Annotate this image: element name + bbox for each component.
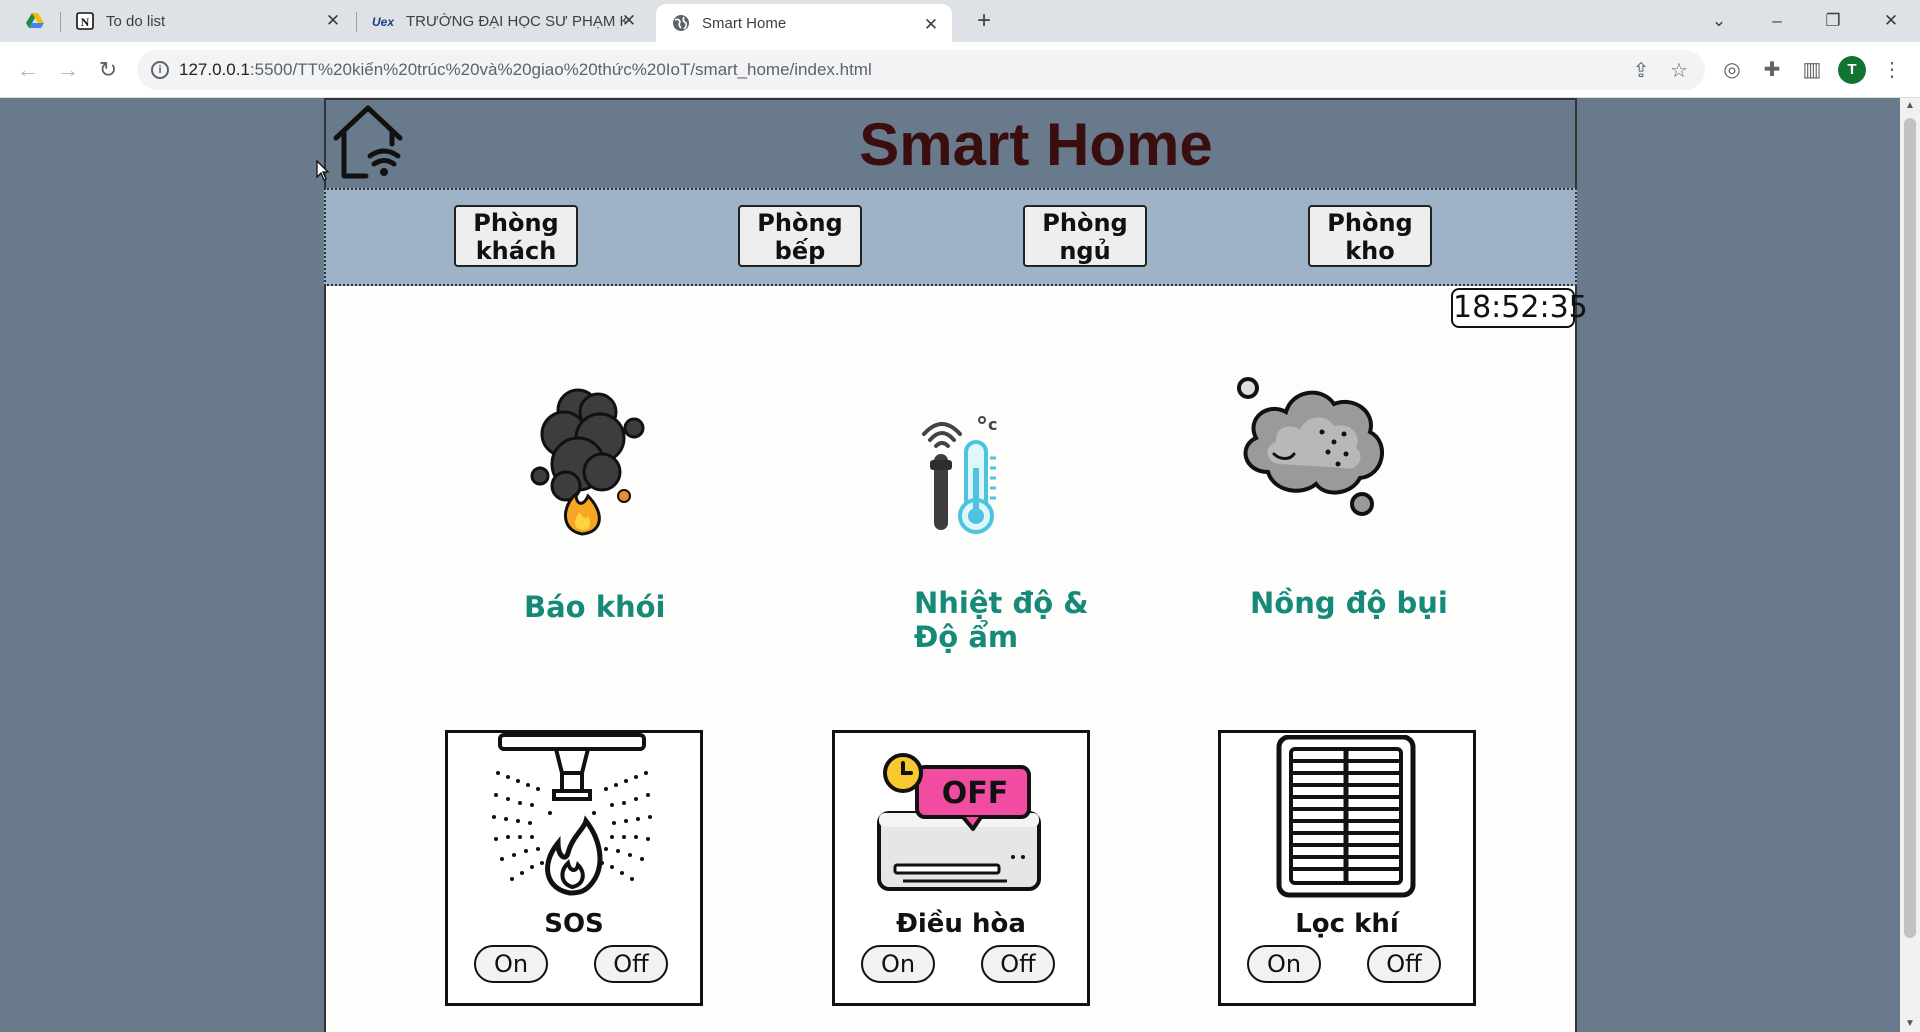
- room-label-line: Phòng: [757, 209, 843, 237]
- tab-to-do-list[interactable]: N To do list ✕: [62, 0, 354, 42]
- purifier-on-button[interactable]: On: [1247, 945, 1321, 983]
- room-label-line: Phòng: [1042, 209, 1128, 237]
- sensor-label-line: Độ ẩm: [914, 620, 1019, 654]
- back-arrow-icon[interactable]: ←: [14, 56, 42, 84]
- site-header: Smart Home: [326, 98, 1575, 188]
- profile-avatar[interactable]: T: [1838, 56, 1866, 84]
- dust-cloud-icon[interactable]: [1234, 368, 1394, 518]
- notion-icon: N: [76, 12, 94, 30]
- device-label-air-conditioner: Điều hòa: [896, 909, 1026, 939]
- room-label-line: kho: [1345, 237, 1395, 265]
- off-badge-text: OFF: [942, 776, 1009, 811]
- extension-compass-icon[interactable]: ◎: [1720, 58, 1744, 82]
- url-host: 127.0.0.1: [179, 60, 250, 79]
- sensor-label-temperature-humidity: Nhiệt độ & Độ ẩm: [914, 586, 1089, 654]
- air-purifier-icon: [1276, 735, 1416, 898]
- ute-icon: Uex: [372, 15, 394, 29]
- bookmark-star-icon[interactable]: ☆: [1668, 60, 1690, 82]
- device-card-sos: SOS On Off: [445, 730, 703, 1006]
- tab-separator: [60, 12, 61, 32]
- thermometer-icon[interactable]: c: [920, 408, 1006, 534]
- globe-icon: [673, 15, 689, 31]
- url-text[interactable]: 127.0.0.1:5500/TT%20kiến%20trúc%20và%20g…: [179, 60, 872, 80]
- mouse-cursor-icon: [316, 160, 330, 181]
- tab-title: To do list: [106, 12, 166, 30]
- sos-off-button[interactable]: Off: [594, 945, 668, 983]
- close-icon[interactable]: ✕: [620, 12, 638, 30]
- device-label-air-purifier: Lọc khí: [1295, 909, 1399, 939]
- page-scrollbar[interactable]: ▲ ▼: [1900, 98, 1920, 1032]
- share-icon[interactable]: ⇪: [1630, 60, 1652, 82]
- close-icon[interactable]: ✕: [922, 16, 940, 34]
- new-tab-plus-icon[interactable]: +: [970, 8, 998, 36]
- room-button-living[interactable]: Phòng khách: [454, 205, 578, 267]
- page-title: Smart Home: [859, 111, 1213, 178]
- purifier-off-button[interactable]: Off: [1367, 945, 1441, 983]
- close-icon[interactable]: ✕: [324, 12, 342, 30]
- ac-off-button[interactable]: Off: [981, 945, 1055, 983]
- reload-icon[interactable]: ↻: [94, 56, 122, 84]
- window-close-icon[interactable]: ✕: [1876, 8, 1906, 34]
- clock-display: 18:52:35: [1451, 288, 1588, 328]
- sensor-label-dust: Nồng độ bụi: [1250, 586, 1448, 620]
- sensor-label-smoke: Báo khói: [524, 590, 666, 624]
- tab-title: Smart Home: [702, 14, 787, 32]
- smart-home-wifi-icon[interactable]: [330, 104, 406, 182]
- room-button-kitchen[interactable]: Phòng bếp: [738, 205, 862, 267]
- scroll-up-arrow-icon[interactable]: ▲: [1900, 98, 1920, 114]
- forward-arrow-icon[interactable]: →: [54, 56, 82, 84]
- room-label-line: Phòng: [1327, 209, 1413, 237]
- scroll-thumb[interactable]: [1904, 118, 1916, 938]
- minimize-icon[interactable]: –: [1762, 8, 1792, 34]
- restore-icon[interactable]: ❐: [1818, 8, 1848, 34]
- device-label-sos: SOS: [544, 909, 604, 939]
- smoke-fire-icon[interactable]: [526, 382, 646, 542]
- tab-search-chevron-icon[interactable]: ⌄: [1704, 8, 1734, 34]
- svg-text:c: c: [988, 415, 997, 434]
- room-label-line: Phòng: [473, 209, 559, 237]
- room-label-line: bếp: [774, 237, 826, 265]
- google-drive-icon[interactable]: [26, 12, 44, 30]
- sos-on-button[interactable]: On: [474, 945, 548, 983]
- extensions-puzzle-icon[interactable]: ✚: [1760, 58, 1784, 82]
- device-card-air-conditioner: OFF Điều hòa On Off: [832, 730, 1090, 1006]
- sprinkler-icon: [492, 733, 652, 896]
- url-path: :5500/TT%20kiến%20trúc%20và%20giao%20thứ…: [249, 60, 872, 79]
- menu-kebab-icon[interactable]: ⋮: [1880, 58, 1904, 82]
- device-card-air-purifier: Lọc khí On Off: [1218, 730, 1476, 1006]
- room-button-storage[interactable]: Phòng kho: [1308, 205, 1432, 267]
- tab-title: TRƯỜNG ĐẠI HỌC SƯ PHẠM KỸ: [406, 12, 626, 30]
- room-button-bedroom[interactable]: Phòng ngủ: [1023, 205, 1147, 267]
- browser-toolbar: ← → ↻ i 127.0.0.1:5500/TT%20kiến%20trúc%…: [0, 42, 1920, 98]
- smart-home-page: Smart Home Phòng khách Phòng bếp Phòng n…: [324, 98, 1588, 1032]
- room-label-line: khách: [475, 237, 557, 265]
- browser-tab-bar: N To do list ✕ Uex TRƯỜNG ĐẠI HỌC SƯ PHẠ…: [0, 0, 1920, 42]
- room-label-line: ngủ: [1059, 237, 1111, 265]
- side-panel-icon[interactable]: ▥: [1800, 58, 1824, 82]
- ac-on-button[interactable]: On: [861, 945, 935, 983]
- scroll-down-arrow-icon[interactable]: ▼: [1900, 1016, 1920, 1032]
- room-nav-bar: Phòng khách Phòng bếp Phòng ngủ Phòng kh…: [324, 188, 1577, 286]
- tab-smart-home[interactable]: Smart Home ✕: [656, 4, 952, 42]
- address-bar[interactable]: i 127.0.0.1:5500/TT%20kiến%20trúc%20và%2…: [137, 50, 1705, 90]
- tab-separator: [356, 12, 357, 32]
- sensor-label-line: Nhiệt độ &: [914, 586, 1089, 620]
- svg-text:N: N: [81, 15, 90, 29]
- air-conditioner-off-icon: OFF: [877, 753, 1041, 891]
- tab-ute[interactable]: Uex TRƯỜNG ĐẠI HỌC SƯ PHẠM KỸ ✕: [358, 0, 650, 42]
- svg-text:Uex: Uex: [372, 15, 394, 29]
- site-info-icon[interactable]: i: [151, 61, 169, 79]
